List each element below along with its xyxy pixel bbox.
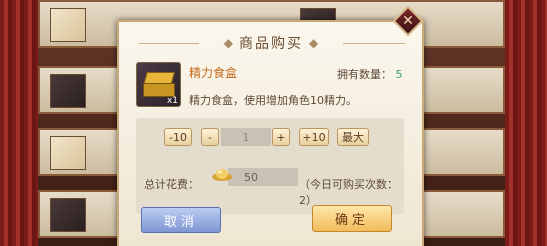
daily-purchase-limit: （今日可购买次数：2） [299,178,398,207]
title-divider [139,43,199,44]
shop-item-icon [50,8,86,42]
quantity-input[interactable]: 1 [221,128,271,146]
shop-item-icon [50,74,86,108]
ornament-icon: ◆ [223,36,233,50]
confirm-button[interactable]: 确定 [312,205,392,232]
minus-10-button[interactable]: -10 [164,128,192,146]
left-curtain [0,0,38,246]
plus-10-button[interactable]: +10 [299,128,329,146]
item-name: 精力食盒 [189,66,238,80]
owned-label: 拥有数量： [337,68,392,81]
title-divider [343,43,405,44]
gold-ingot-icon [212,169,232,181]
purchase-dialog: ◆ 商品购买 ◆ x1 精力食盒 拥有数量： 5 精力食盒，使用增加角色10精力… [117,20,424,246]
cost-value: 50 [228,168,298,186]
plus-1-button[interactable]: + [272,128,290,146]
shop-item-icon [50,136,86,170]
item-count: x1 [166,96,178,106]
minus-1-button[interactable]: - [201,128,219,146]
owned-quantity: 拥有数量： 5 [337,66,403,82]
owned-value: 5 [395,68,403,81]
cancel-button[interactable]: 取消 [141,207,221,233]
ornament-icon: ◆ [309,36,319,50]
quantity-panel: -10 - 1 + +10 最大 总计花费： 50 （今日可购买次数：2） [136,118,404,214]
dialog-title: 商品购买 [239,36,303,52]
food-box-body [143,83,175,97]
shop-item-icon [50,198,86,232]
right-curtain [505,0,547,246]
close-icon: ✕ [402,13,414,29]
cost-label: 总计花费： [144,178,199,191]
food-box-item-icon: x1 [136,62,181,107]
dialog-header: ◆ 商品购买 ◆ [199,32,343,54]
max-button[interactable]: 最大 [337,128,369,146]
close-button[interactable]: ✕ [392,5,424,37]
item-description: 精力食盒，使用增加角色10精力。 [189,94,357,107]
